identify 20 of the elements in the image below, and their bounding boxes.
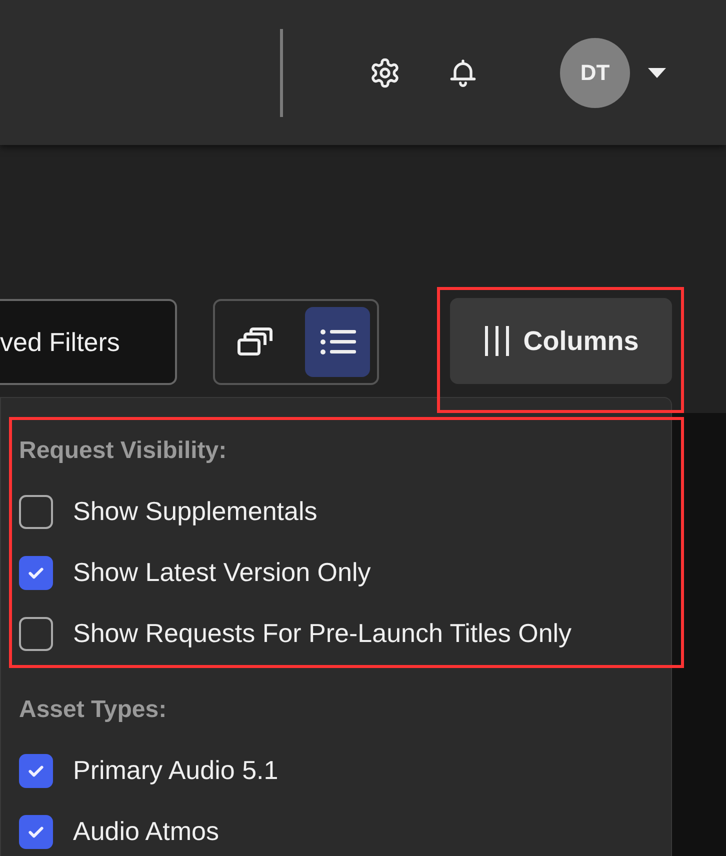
option-label[interactable]: Primary Audio 5.1: [73, 751, 278, 790]
stacked-windows-icon: [236, 327, 272, 357]
option-label[interactable]: Show Latest Version Only: [73, 553, 371, 592]
checkbox[interactable]: [19, 556, 53, 590]
option-label[interactable]: Audio Atmos: [73, 812, 219, 851]
list-view-button[interactable]: [305, 307, 370, 377]
section-heading: Asset Types:: [19, 695, 168, 725]
section-heading: Request Visibility:: [19, 436, 228, 466]
caret-icon[interactable]: [648, 68, 666, 78]
option-label[interactable]: Show Requests For Pre-Launch Titles Only: [73, 614, 572, 653]
saved-filters-button[interactable]: ved Filters: [0, 299, 177, 385]
checkbox[interactable]: [19, 814, 53, 848]
checkbox[interactable]: [19, 494, 53, 528]
option-label[interactable]: Show Supplementals: [73, 492, 318, 531]
columns-button[interactable]: Columns: [450, 298, 672, 384]
settings-icon[interactable]: [369, 56, 401, 88]
columns-icon: [483, 326, 512, 356]
checkbox[interactable]: [19, 616, 53, 650]
checkbox[interactable]: [19, 754, 53, 788]
list-icon: [320, 328, 356, 356]
